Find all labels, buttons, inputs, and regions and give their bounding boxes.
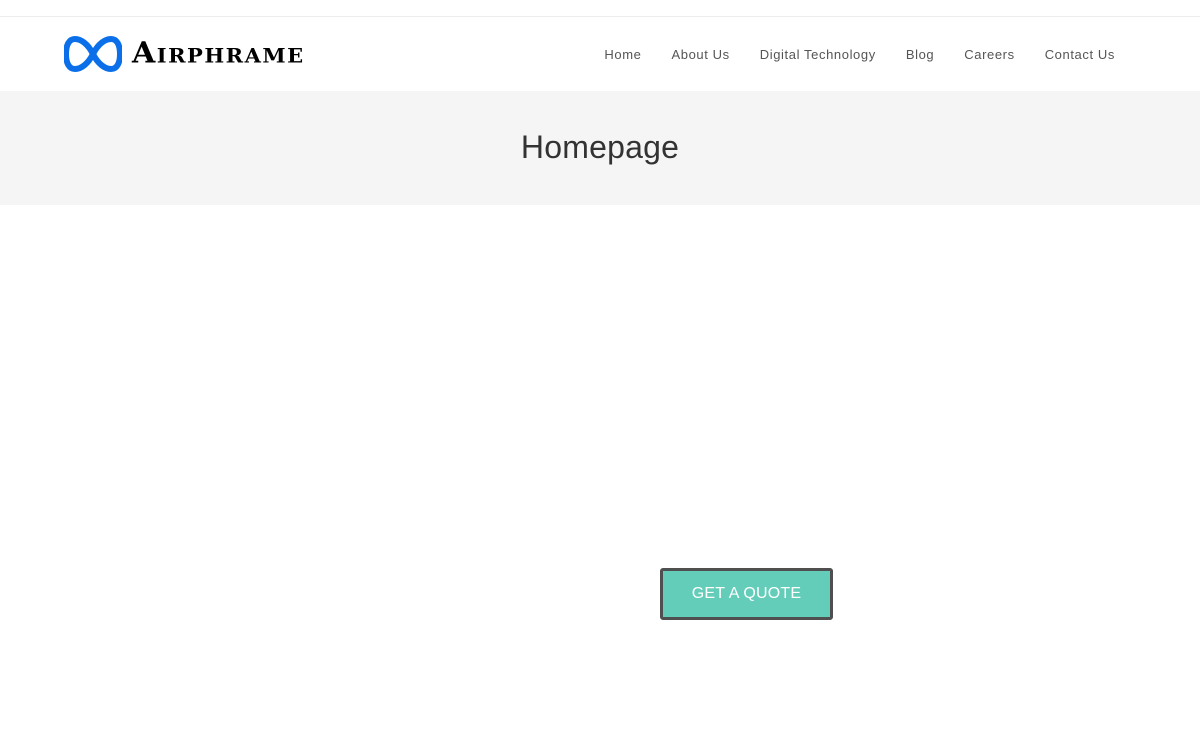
top-bar	[0, 0, 1200, 17]
page-header-banner: Homepage	[0, 91, 1200, 205]
nav-home[interactable]: Home	[604, 47, 641, 62]
nav-about-us[interactable]: About Us	[671, 47, 729, 62]
main-content: GET A QUOTE	[0, 205, 1200, 750]
get-a-quote-button[interactable]: GET A QUOTE	[660, 568, 833, 620]
nav-careers[interactable]: Careers	[964, 47, 1014, 62]
site-header: Airphrame Home About Us Digital Technolo…	[0, 17, 1200, 91]
page-title: Homepage	[520, 129, 680, 165]
infinity-logo-icon	[64, 36, 122, 72]
site-logo-link[interactable]: Airphrame	[64, 34, 305, 74]
nav-digital-technology[interactable]: Digital Technology	[760, 47, 876, 62]
main-nav: Home About Us Digital Technology Blog Ca…	[604, 17, 1115, 91]
nav-contact-us[interactable]: Contact Us	[1045, 47, 1115, 62]
nav-blog[interactable]: Blog	[906, 47, 934, 62]
brand-name: Airphrame	[132, 36, 305, 71]
